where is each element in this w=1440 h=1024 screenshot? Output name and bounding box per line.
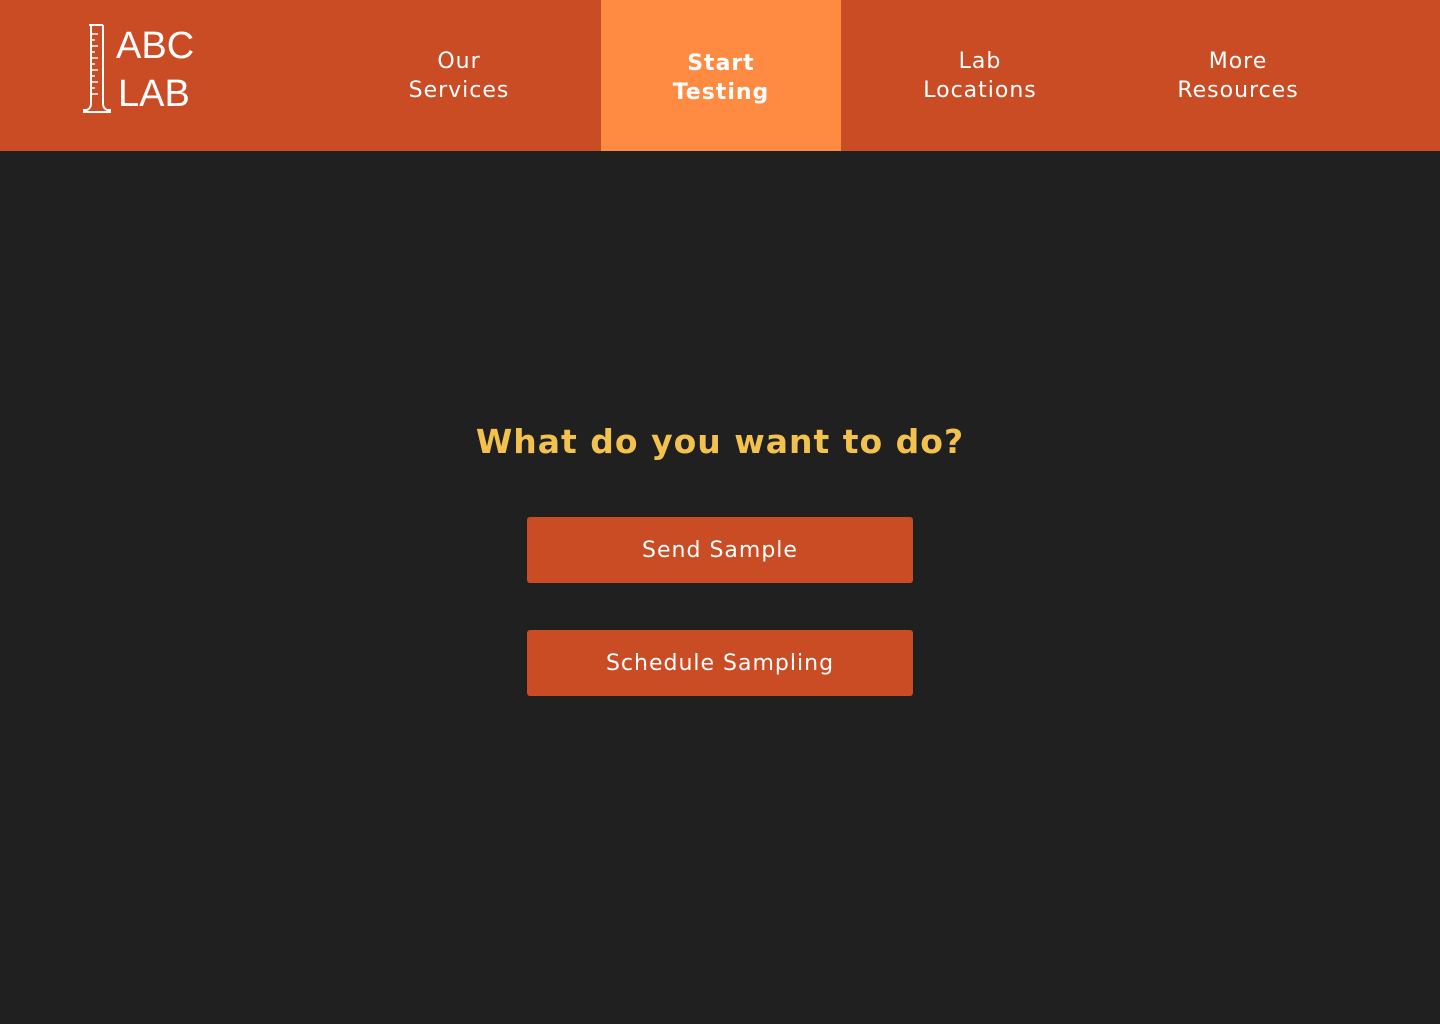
nav-start-testing[interactable]: Start Testing — [601, 0, 841, 151]
send-sample-button[interactable]: Send Sample — [527, 517, 913, 583]
page-prompt: What do you want to do? — [475, 422, 965, 461]
nav-our-services-label: Our Services — [408, 48, 510, 103]
nav-more-resources-label: More Resources — [1177, 48, 1299, 103]
logo-line-2: LAB — [118, 73, 190, 115]
logo-line-1: ABC — [116, 25, 195, 67]
nav-our-services[interactable]: Our Services — [340, 0, 578, 151]
top-navigation-bar: ABC LAB Our Services Start Testing Lab L… — [0, 0, 1440, 151]
nav-start-testing-label: Start Testing — [672, 50, 770, 105]
logo-text: ABC LAB — [116, 22, 194, 118]
nav-lab-locations[interactable]: Lab Locations — [860, 0, 1100, 151]
logo[interactable]: ABC LAB — [82, 22, 202, 115]
nav-more-resources[interactable]: More Resources — [1118, 0, 1358, 151]
graduated-cylinder-icon — [83, 24, 111, 113]
schedule-sampling-button[interactable]: Schedule Sampling — [527, 630, 913, 696]
nav-lab-locations-label: Lab Locations — [923, 48, 1037, 103]
